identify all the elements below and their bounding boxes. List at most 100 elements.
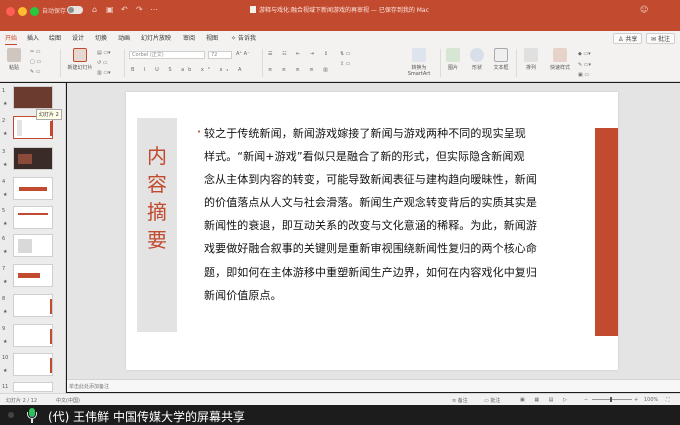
align-buttons[interactable]: ≡ ≡ ≡ ≡ ▥ [268,67,332,73]
language-indicator[interactable]: 中文(中国) [56,397,80,404]
title-char: 内 [147,144,167,168]
design-ideas-button[interactable]: ▣ ▭ [578,72,589,78]
copy-button[interactable]: ▢ ▭ [30,59,41,65]
tab-insert[interactable]: 插入 [27,33,39,42]
tell-me-search[interactable]: ✧ 告诉我 [231,33,256,42]
microphone-stem [31,419,33,423]
minimize-window-button[interactable] [18,7,27,16]
body-line: 较之于传统新闻，新闻游戏嫁接了新闻与游戏两种不同的现实呈现 [204,127,526,140]
slide-thumbnail-11[interactable] [13,382,53,392]
comments-button[interactable]: ✉ 批注 [646,33,675,44]
quick-styles-button[interactable]: 快速样式 [546,48,574,71]
format-painter-button[interactable]: ✎ ▭ [30,69,41,75]
thumbnail-number: 3 [2,149,6,155]
slide-thumbnail-9[interactable] [13,324,53,347]
new-slide-button[interactable]: 新建幻灯片 [66,48,94,71]
text-direction-button[interactable]: ⇅ ▭ [340,51,351,57]
picture-icon [446,48,460,62]
slide-thumbnail-6[interactable] [13,234,53,257]
screen-share-label: (代) 王伟鲜 中国传媒大学的屏幕共享 [48,410,245,424]
font-name-field[interactable]: Corbel (正文) [129,51,205,59]
thumbnail-accent-bar [50,299,52,314]
ribbon-divider [440,49,441,77]
notes-toggle[interactable]: ≡ 备注 [452,397,468,404]
picture-button[interactable]: 图片 [442,48,464,71]
star-icon: ★ [3,221,8,227]
body-line: 新闻性的衰退，即互动关系的改变与文化意涵的稀释。为此，新闻游 [204,219,537,233]
font-style-buttons[interactable]: B I U S ab x² x₂ A [131,67,245,73]
comments-toggle[interactable]: ▭ 批注 [484,397,500,404]
title-char: 摘 [147,200,167,224]
list-buttons[interactable]: ☰ ☷ ⇤ ⇥ ↕ [268,51,332,57]
slide-thumbnail-3[interactable] [13,147,53,170]
thumbnail-title-block [17,120,22,136]
star-icon: ★ [3,279,8,285]
document-title: 游释与戏化:融合视域下新闻游戏的再审视 — 已保存到我的 Mac [250,5,450,14]
tab-design[interactable]: 设计 [72,33,84,42]
reset-button[interactable]: ↺ ▭ [97,60,108,66]
slide-thumbnail-8[interactable] [13,294,53,317]
smiley-icon[interactable]: ☺ [640,5,648,14]
paste-button[interactable]: 粘贴 [3,48,25,71]
share-button[interactable]: ♙ 共享 [613,33,643,44]
thumbnail-number: 9 [2,326,6,332]
notes-placeholder: 单击此处添加备注 [69,384,110,390]
thumbnail-number: 5 [2,208,6,214]
ribbon-divider [516,49,517,77]
align-text-button[interactable]: ⇳ ▭ [340,61,351,67]
zoom-level[interactable]: 100% [644,397,658,403]
save-icon[interactable]: ▣ [106,5,114,14]
textbox-icon [494,48,508,62]
font-size-field[interactable]: 72 [208,51,232,59]
zoom-in-button[interactable]: + [634,397,638,403]
autosave-label: 自动保存 [42,8,67,15]
textbox-button[interactable]: 文本框 [490,48,512,71]
tab-animations[interactable]: 动画 [118,33,130,42]
slide-body-text[interactable]: 较之于传统新闻，新闻游戏嫁接了新闻与游戏两种不同的现实呈现 样式。“新闻+游戏”… [204,122,578,307]
zoom-out-button[interactable]: − [584,397,588,403]
shape-fill-button[interactable]: ◆ ▭▾ [578,51,591,57]
undo-icon[interactable]: ↶ [121,5,128,14]
notes-pane[interactable]: 单击此处添加备注 [67,379,680,392]
tab-home[interactable]: 开始 [5,33,18,45]
slide-title[interactable]: 内 容 摘 要 [137,118,177,332]
arrange-button[interactable]: 排列 [520,48,542,71]
zoom-window-button[interactable] [30,7,39,16]
slide-thumbnail-4[interactable] [13,177,53,200]
current-slide[interactable]: 内 容 摘 要 • 较之于传统新闻，新闻游戏嫁接了新闻与游戏两种不同的现实呈现 … [126,92,618,370]
tab-review[interactable]: 审阅 [183,33,195,42]
shape-outline-button[interactable]: ✎ ▭▾ [578,62,591,68]
autosave-toggle[interactable] [67,6,83,14]
thumbnail-image [18,239,32,253]
section-button[interactable]: ▥ ▭▾ [97,70,111,76]
convert-smartart-button[interactable]: 转换为 SmartArt [402,48,436,77]
view-buttons[interactable]: ▣ ▦ ▤ ▷ [520,397,571,403]
star-icon: ★ [3,249,8,255]
shape-button[interactable]: 形状 [466,48,488,71]
thumbnail-number: 11 [2,384,9,390]
comment-icon: ✉ [651,36,657,43]
tab-slideshow[interactable]: 幻灯片放映 [141,33,171,42]
slide-thumbnail-7[interactable] [13,264,53,287]
thumbnail-accent-bar [18,273,40,278]
tab-transitions[interactable]: 切换 [95,33,107,42]
slide-thumbnails-pane[interactable]: 1 ★ 2 ★ 3 ★ 4 ★ 5 ★ 6 ★ 7 ★ 8 ★ 9 ★ 10 ★ [0,83,66,393]
thumbnail-image [18,154,32,164]
home-icon[interactable]: ⌂ [92,5,97,14]
slide-canvas[interactable]: 内 容 摘 要 • 较之于传统新闻，新闻游戏嫁接了新闻与游戏两种不同的现实呈现 … [67,83,680,379]
close-window-button[interactable] [6,7,15,16]
slide-thumbnail-5[interactable] [13,206,53,229]
more-icon[interactable]: ⋯ [150,5,158,14]
microphone-icon[interactable] [26,408,38,423]
zoom-slider-handle[interactable] [610,397,612,402]
zoom-slider[interactable] [592,399,632,400]
slide-thumbnail-10[interactable] [13,353,53,376]
slide-thumbnail-1[interactable] [13,86,53,109]
font-size-buttons[interactable]: A⁺ A⁻ [236,51,250,57]
redo-icon[interactable]: ↷ [136,5,143,14]
fit-slide-icon[interactable]: ⛶ [666,397,670,403]
tab-draw[interactable]: 绘图 [49,33,61,42]
layout-button[interactable]: ▤ ▭▾ [97,50,111,56]
cut-button[interactable]: ✂ ▭ [30,49,41,55]
tab-view[interactable]: 视图 [206,33,218,42]
